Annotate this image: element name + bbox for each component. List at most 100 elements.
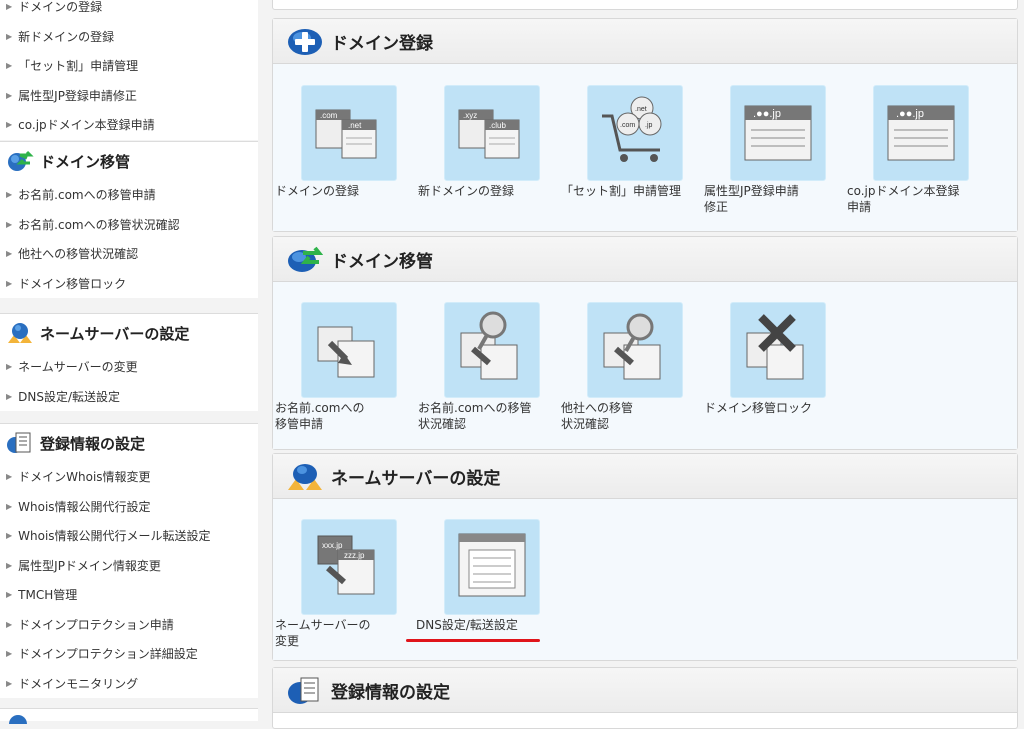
- panel-domain-registration: ドメイン登録 .com .net ドメインの登録 .xyz .club 新ドメイ…: [272, 18, 1018, 232]
- tile-icon-net-label: .net: [635, 106, 647, 113]
- panel-domain-transfer: ドメイン移管 お名前.comへの 移管申請 お名前.comへの移管 状況確認 他社へ…: [272, 236, 1018, 450]
- outbound-transfer-icon: [587, 302, 683, 398]
- bullet-icon: ▶: [6, 249, 13, 259]
- tile-icon-net-text: .net: [348, 121, 362, 130]
- tile-label: 他社への移管 状況確認: [561, 401, 634, 431]
- transfer-status-icon: [444, 302, 540, 398]
- sidebar-item-new-domain[interactable]: ▶ 新ドメインの登録: [0, 22, 258, 52]
- panel-nameserver: ネームサーバーの設定 xxx.jp zzz.jp ネームサーバーの 変更 DNS設定…: [272, 453, 1018, 661]
- tile-label: お名前.comへの 移管申請: [275, 401, 365, 431]
- sidebar-item-protection-apply[interactable]: ▶ ドメインプロテクション申請: [0, 610, 258, 640]
- sidebar-next-section-edge: [0, 708, 258, 724]
- tile-icon-com-text: .com: [320, 111, 338, 120]
- jp-document-icon: .●●.jp: [730, 85, 826, 181]
- previous-panel-edge: [272, 0, 1018, 10]
- tile-label: co.jpドメイン本登録 申請: [847, 184, 960, 214]
- bullet-icon: ▶: [6, 2, 13, 12]
- tile-label: ドメインの登録: [275, 184, 360, 198]
- bullet-icon: ▶: [6, 190, 13, 200]
- sidebar-section-transfer: ドメイン移管 ▶ お名前.comへの移管申請 ▶ お名前.comへの移管状況確認 ▶…: [0, 141, 258, 298]
- panel-body-nameserver: xxx.jp zzz.jp ネームサーバーの 変更 DNS設定/転送設定: [273, 499, 1017, 660]
- server-person-icon: [6, 321, 34, 345]
- sidebar-nameserver-list: ▶ ネームサーバーの変更 ▶ DNS設定/転送設定: [0, 352, 258, 411]
- tile-icon-com-label: .com: [620, 122, 635, 129]
- cojp-document-icon: .●●.jp: [873, 85, 969, 181]
- domain-xyz-club-icon: .xyz .club: [444, 85, 540, 181]
- sidebar-item-dns-settings[interactable]: ▶ DNS設定/転送設定: [0, 382, 258, 412]
- server-person-icon: [287, 461, 323, 491]
- sidebar-section-nameserver: ネームサーバーの設定 ▶ ネームサーバーの変更 ▶ DNS設定/転送設定: [0, 313, 258, 411]
- sidebar-heading-transfer: ドメイン移管: [0, 141, 258, 180]
- bullet-icon: ▶: [6, 219, 13, 229]
- sidebar-item-transfer-status[interactable]: ▶ お名前.comへの移管状況確認: [0, 210, 258, 240]
- sidebar-item-whois-proxy[interactable]: ▶ Whois情報公開代行設定: [0, 492, 258, 522]
- tile-label: ネームサーバーの 変更: [275, 618, 371, 648]
- tile-icon-zzz-text: zzz.jp: [344, 551, 365, 560]
- bullet-icon: ▶: [6, 678, 13, 688]
- document-globe-icon: [287, 675, 323, 705]
- bullet-icon: ▶: [6, 31, 13, 41]
- panel-heading-domain-transfer: ドメイン移管: [273, 237, 1017, 282]
- bullet-icon: ▶: [6, 391, 13, 401]
- sidebar-item-set-discount[interactable]: ▶ 「セット割」申請管理: [0, 51, 258, 81]
- bullet-icon: ▶: [6, 619, 13, 629]
- domain-com-net-icon: .com .net: [301, 85, 397, 181]
- panel-heading-domain-registration: ドメイン登録: [273, 19, 1017, 64]
- bullet-icon: ▶: [6, 61, 13, 71]
- globe-icon: [9, 715, 27, 724]
- tile-icon-xyz-text: .xyz: [463, 111, 477, 120]
- bullet-icon: ▶: [6, 649, 13, 659]
- sidebar-item-monitoring[interactable]: ▶ ドメインモニタリング: [0, 669, 258, 699]
- sidebar-item-jp-fix[interactable]: ▶ 属性型JP登録申請修正: [0, 81, 258, 111]
- tile-icon-club-text: .club: [489, 121, 506, 130]
- shopping-cart-icon: .net .com .jp: [587, 85, 683, 181]
- sidebar-item-jp-info[interactable]: ▶ 属性型JPドメイン情報変更: [0, 551, 258, 581]
- sidebar-registration-info-list: ▶ ドメインWhois情報変更 ▶ Whois情報公開代行設定 ▶ Whois情報公開…: [0, 462, 258, 698]
- sidebar-item-tmch[interactable]: ▶ TMCH管理: [0, 580, 258, 610]
- sidebar-item-outbound-status[interactable]: ▶ 他社への移管状況確認: [0, 239, 258, 269]
- sidebar-item-transfer-lock[interactable]: ▶ ドメイン移管ロック: [0, 269, 258, 299]
- tile-label: お名前.comへの移管 状況確認: [418, 401, 532, 431]
- sidebar-item-domain-register[interactable]: ▶ ドメインの登録: [0, 0, 258, 22]
- panel-heading-nameserver: ネームサーバーの設定: [273, 454, 1017, 499]
- sidebar-item-whois-mail[interactable]: ▶ Whois情報公開代行メール転送設定: [0, 521, 258, 551]
- nameserver-change-icon: xxx.jp zzz.jp: [301, 519, 397, 615]
- tile-icon-jp-text: .●●.jp: [753, 108, 781, 120]
- document-globe-icon: [6, 431, 34, 455]
- bullet-icon: ▶: [6, 120, 13, 130]
- globe-arrows-icon: [287, 244, 324, 274]
- sidebar-item-whois-change[interactable]: ▶ ドメインWhois情報変更: [0, 462, 258, 492]
- sidebar-heading-nameserver: ネームサーバーの設定: [0, 313, 258, 352]
- sidebar-item-protection-detail[interactable]: ▶ ドメインプロテクション詳細設定: [0, 639, 258, 669]
- transfer-lock-icon: [730, 302, 826, 398]
- tile-label: ドメイン移管ロック: [704, 401, 813, 415]
- bullet-icon: ▶: [6, 362, 13, 372]
- bullet-icon: ▶: [6, 90, 13, 100]
- tile-icon-xxx-text: xxx.jp: [322, 541, 343, 550]
- tile-icon-jp-label: .jp: [645, 122, 653, 129]
- sidebar-heading-registration-info: 登録情報の設定: [0, 423, 258, 462]
- globe-arrows-icon: [6, 149, 34, 173]
- tile-label: 「セット割」申請管理: [561, 184, 682, 198]
- bullet-icon: ▶: [6, 560, 13, 570]
- bullet-icon: ▶: [6, 590, 13, 600]
- transfer-request-icon: [301, 302, 397, 398]
- tile-label: DNS設定/転送設定: [416, 618, 518, 632]
- bullet-icon: ▶: [6, 278, 13, 288]
- sidebar-domain-registration-list: ▶ ドメインの登録 ▶ 新ドメインの登録 ▶ 「セット割」申請管理 ▶ 属性型JP登録申…: [0, 0, 258, 140]
- sidebar-item-cojp[interactable]: ▶ co.jpドメイン本登録申請: [0, 110, 258, 140]
- sidebar-item-nameserver-change[interactable]: ▶ ネームサーバーの変更: [0, 352, 258, 382]
- panel-heading-registration-info: 登録情報の設定: [273, 668, 1017, 713]
- sidebar-item-transfer-request[interactable]: ▶ お名前.comへの移管申請: [0, 180, 258, 210]
- tile-icon-jp-text: .●●.jp: [896, 108, 924, 120]
- plus-globe-icon: [287, 26, 323, 56]
- panel-body-domain-transfer: お名前.comへの 移管申請 お名前.comへの移管 状況確認 他社への移管 状況確認…: [273, 282, 1017, 449]
- bullet-icon: ▶: [6, 501, 13, 511]
- panel-body-domain-registration: .com .net ドメインの登録 .xyz .club 新ドメインの登録 .n…: [273, 64, 1017, 231]
- bullet-icon: ▶: [6, 531, 13, 541]
- sidebar-section-registration-info: 登録情報の設定 ▶ ドメインWhois情報変更 ▶ Whois情報公開代行設定 ▶ W…: [0, 423, 258, 698]
- bullet-icon: ▶: [6, 472, 13, 482]
- sidebar: ▶ ドメインの登録 ▶ 新ドメインの登録 ▶ 「セット割」申請管理 ▶ 属性型JP登録申…: [0, 0, 258, 724]
- tile-label: 属性型JP登録申請 修正: [704, 184, 799, 214]
- highlight-underline: [406, 639, 540, 642]
